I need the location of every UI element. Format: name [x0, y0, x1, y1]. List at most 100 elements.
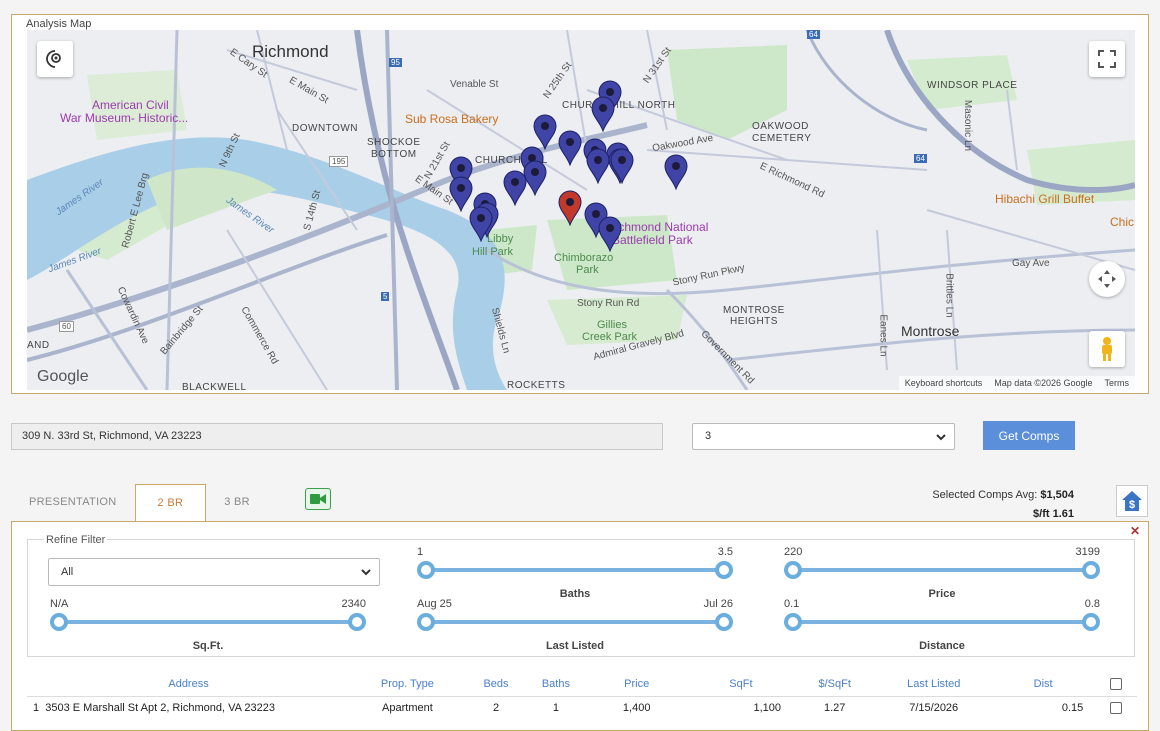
subject-property-pin[interactable]	[557, 190, 583, 227]
svg-text:$: $	[1129, 499, 1135, 511]
comp-count-select[interactable]: 3	[692, 423, 955, 450]
tab-presentation[interactable]: PRESENTATION	[11, 484, 135, 522]
label-oakwood: OAKWOOD	[752, 121, 809, 132]
label-chic: Chic	[1110, 215, 1135, 229]
price-max: 3199	[1075, 546, 1100, 558]
refine-filter-title: Refine Filter	[44, 534, 108, 546]
baths-min: 1	[417, 546, 424, 558]
slider-track	[790, 620, 1094, 624]
row-address: 3503 E Marshall St Apt 2, Richmond, VA 2…	[45, 702, 275, 715]
map-layers-button[interactable]	[37, 41, 73, 77]
fullscreen-button[interactable]	[1089, 41, 1125, 77]
listed-max: Jul 26	[703, 598, 733, 610]
slider-handle-max[interactable]	[1082, 561, 1100, 579]
get-comps-button[interactable]: Get Comps	[983, 421, 1075, 450]
pan-control-button[interactable]	[1089, 261, 1125, 297]
comp-pin[interactable]	[590, 96, 616, 133]
sqft-label: $/ft	[1033, 508, 1050, 520]
map-canvas[interactable]: Richmond DOWNTOWN SHOCKOE BOTTOM CHURCH …	[27, 30, 1135, 390]
label-gay-ave: Gay Ave	[1012, 258, 1050, 269]
distance-min: 0.1	[784, 598, 800, 610]
label-hwy-195: 195	[329, 156, 349, 167]
comp-pin[interactable]	[532, 114, 558, 151]
label-chimborazo-2: Park	[576, 264, 599, 276]
close-icon[interactable]: ✕	[1130, 524, 1140, 538]
comp-pin[interactable]	[663, 154, 689, 191]
label-rocketts: ROCKETTS	[507, 380, 566, 390]
col-beds[interactable]: Beds	[464, 672, 528, 697]
row-checkbox[interactable]	[1110, 702, 1123, 715]
comp-pin[interactable]	[502, 170, 528, 207]
listed-min: Aug 25	[417, 598, 452, 610]
label-gillies-2: Creek Park	[582, 331, 638, 343]
terms-link[interactable]: Terms	[1105, 378, 1130, 388]
label-hwy-95: 95	[389, 58, 402, 67]
tab-2br[interactable]: 2 BR	[134, 484, 207, 522]
label-masonic: Masonic Ln	[962, 99, 974, 152]
label-windsor-place: WINDSOR PLACE	[927, 80, 1018, 91]
col-baths[interactable]: Baths	[527, 672, 585, 697]
cell-ppsf: 1.27	[823, 702, 846, 715]
label-montrose-heights: MONTROSE	[723, 305, 785, 316]
sqft-min: N/A	[50, 598, 69, 610]
col-last-listed[interactable]: Last Listed	[876, 672, 992, 697]
comp-pin[interactable]	[597, 216, 623, 253]
comp-count-value: 3	[705, 430, 712, 442]
chevron-down-icon	[936, 434, 946, 441]
col-prop-type[interactable]: Prop. Type	[350, 672, 465, 697]
slider-handle-min[interactable]	[50, 613, 68, 631]
label-downtown: DOWNTOWN	[292, 123, 359, 134]
label-hwy-60: 60	[59, 321, 74, 332]
filter-type-select[interactable]: All	[48, 558, 380, 586]
row-checkbox-cell[interactable]	[1095, 696, 1137, 720]
pegman-icon	[1102, 337, 1112, 361]
slider-handle-min[interactable]	[417, 613, 435, 631]
slider-handle-max[interactable]	[348, 613, 366, 631]
label-civil-war-1: American Civil	[92, 98, 169, 112]
slider-handle-max[interactable]	[715, 561, 733, 579]
cell-type: Apartment	[382, 702, 433, 715]
slider-handle-min[interactable]	[784, 561, 802, 579]
label-stony-run-rd: Stony Run Rd	[577, 298, 640, 309]
label-libby-2: Hill Park	[472, 246, 513, 258]
col-sqft[interactable]: SqFt	[688, 672, 794, 697]
col-price[interactable]: Price	[584, 672, 689, 697]
col-address[interactable]: Address	[27, 672, 351, 697]
cell-address: 1 3503 E Marshall St Apt 2, Richmond, VA…	[27, 696, 350, 720]
price-label: Price	[928, 588, 956, 600]
label-hwy-64b: 64	[914, 154, 927, 163]
price-min: 220	[784, 546, 803, 558]
comp-pin[interactable]	[468, 206, 494, 243]
pan-arrows-icon	[1098, 270, 1116, 288]
video-button[interactable]	[305, 488, 331, 510]
comp-pin[interactable]	[557, 130, 583, 167]
label-hwy-5: 5	[381, 292, 390, 301]
select-all-checkbox-cell[interactable]	[1095, 672, 1137, 697]
slider-handle-max[interactable]	[1082, 613, 1100, 631]
row-number: 1	[33, 702, 40, 715]
label-and: AND	[27, 340, 50, 351]
street-view-button[interactable]	[1089, 331, 1125, 367]
dollar-house-icon: $	[1122, 491, 1142, 511]
label-chimborazo-1: Chimborazo	[554, 252, 614, 264]
address-input[interactable]: 309 N. 33rd St, Richmond, VA 23223	[11, 423, 663, 450]
tab-bar: PRESENTATION 2 BR 3 BR	[11, 484, 268, 522]
comp-pin[interactable]	[609, 148, 635, 185]
table-row[interactable]: 1 3503 E Marshall St Apt 2, Richmond, VA…	[27, 696, 1137, 720]
slider-handle-max[interactable]	[715, 613, 733, 631]
slider-track	[56, 620, 360, 624]
col-dist[interactable]: Dist	[991, 672, 1096, 697]
slider-track	[423, 568, 727, 572]
google-logo: Google	[37, 368, 89, 385]
price-house-button[interactable]: $	[1116, 485, 1148, 517]
slider-handle-min[interactable]	[784, 613, 802, 631]
tab-3br[interactable]: 3 BR	[206, 484, 268, 522]
slider-handle-min[interactable]	[417, 561, 435, 579]
col-ppsf[interactable]: $/SqFt	[793, 672, 877, 697]
select-all-checkbox[interactable]	[1110, 677, 1123, 690]
label-civil-war-2: War Museum- Historic...	[60, 111, 189, 125]
cell-price: 1,400	[622, 702, 651, 715]
label-shockoe: SHOCKOE	[367, 137, 421, 148]
keyboard-shortcuts-link[interactable]: Keyboard shortcuts	[905, 378, 983, 388]
label-hwy-64: 64	[807, 30, 820, 39]
